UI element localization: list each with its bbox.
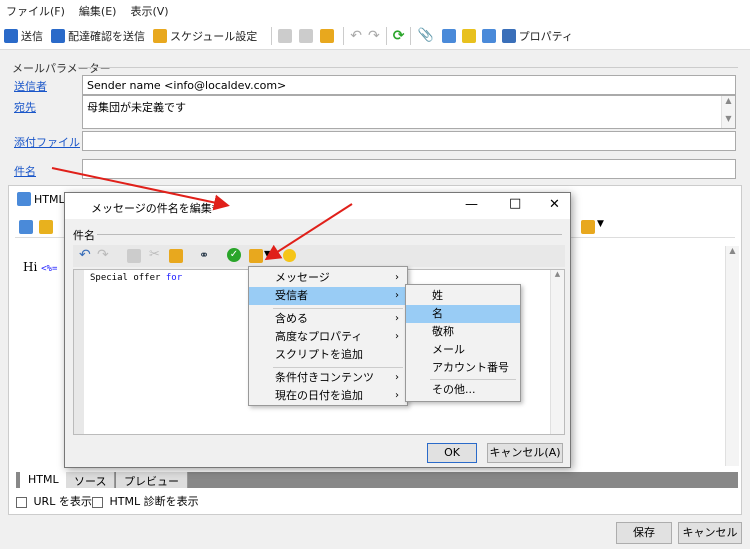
- arrow-to-personalization: [264, 203, 353, 261]
- annotation-arrows: [51, 167, 353, 261]
- arrow-to-dialog: [51, 167, 230, 211]
